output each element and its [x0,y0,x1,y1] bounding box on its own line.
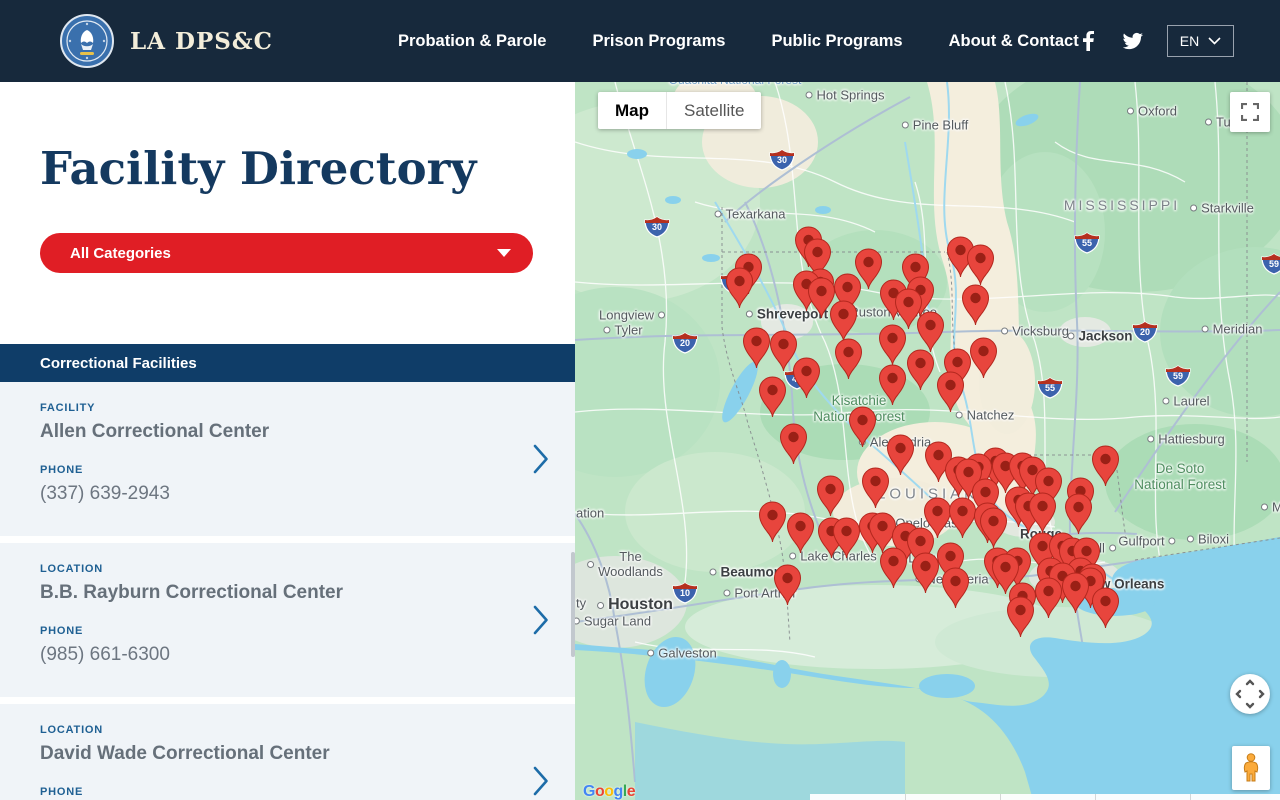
page: LA DPS&C Probation & Parole Prison Progra… [0,0,1280,800]
facility-map-marker[interactable] [779,423,808,465]
facility-map-marker[interactable] [936,371,965,413]
facility-map-marker[interactable] [969,337,998,379]
facility-map-marker[interactable] [941,567,970,609]
street-view-pegman-button[interactable] [1232,746,1270,790]
facility-phone: (337) 639-2943 [40,483,170,504]
facility-map-marker[interactable] [878,324,907,366]
language-selector[interactable]: EN [1166,25,1235,57]
navbar-right: EN [1079,25,1235,57]
facility-map-marker[interactable] [966,244,995,286]
facility-map-marker[interactable] [1006,596,1035,638]
chevron-right-icon [533,766,548,796]
chevron-right-icon [533,444,548,474]
facility-map-marker[interactable] [786,512,815,554]
fullscreen-icon [1241,103,1259,121]
category-filter-value: All Categories [70,244,171,262]
pan-arrows-icon [1235,679,1265,709]
language-code: EN [1179,33,1200,49]
facebook-icon[interactable] [1079,31,1099,51]
facility-map-marker[interactable] [886,434,915,476]
facility-map-marker[interactable] [829,300,858,342]
nav-link-probation-parole[interactable]: Probation & Parole [398,32,547,51]
facility-field-label: LOCATION [40,563,104,575]
section-header-label: Correctional Facilities [40,354,197,372]
facility-map-marker[interactable] [906,349,935,391]
facility-field-label: LOCATION [40,724,104,736]
pegman-icon [1243,753,1259,782]
facility-map-marker[interactable] [878,364,907,406]
facility-name: B.B. Rayburn Correctional Center [40,582,343,603]
google-logo: Google [583,783,636,800]
pan-control[interactable] [1230,674,1270,714]
facility-map-marker[interactable] [725,267,754,309]
facility-map-marker[interactable] [758,376,787,418]
facility-phone: (985) 661-6300 [40,644,170,665]
chevron-right-icon [533,605,548,635]
facility-map-marker[interactable] [848,406,877,448]
main-navigation: Probation & Parole Prison Programs Public … [398,32,1079,51]
map-type-control: Map Satellite [598,92,762,129]
category-filter-dropdown[interactable]: All Categories [40,233,533,273]
facility-map-marker[interactable] [1061,572,1090,614]
top-navbar: LA DPS&C Probation & Parole Prison Progra… [0,0,1280,82]
facility-map-marker[interactable] [861,467,890,509]
facility-map-marker[interactable] [834,338,863,380]
facility-map-marker[interactable] [1064,493,1093,535]
section-header: Correctional Facilities [0,344,575,382]
facility-map-marker[interactable] [816,475,845,517]
map-attribution-bar [810,794,1280,800]
facility-map-marker[interactable] [879,547,908,589]
facility-map-marker[interactable] [1091,445,1120,487]
phone-field-label: PHONE [40,625,84,637]
satellite-tab[interactable]: Satellite [666,92,761,129]
nav-link-prison-programs[interactable]: Prison Programs [592,32,725,51]
phone-field-label: PHONE [40,786,84,798]
phone-field-label: PHONE [40,464,84,476]
nav-link-about-contact[interactable]: About & Contact [949,32,1079,51]
louisiana-state-seal-logo [60,14,114,68]
map-tab[interactable]: Map [598,92,666,129]
chevron-down-icon [497,249,511,257]
facility-map-marker[interactable] [961,284,990,326]
twitter-icon[interactable] [1122,31,1143,51]
facility-map-marker[interactable] [773,564,802,606]
facility-map-marker[interactable] [916,311,945,353]
google-map[interactable]: Ouachita National ForestHot SpringsPine … [575,82,1280,800]
facility-field-label: FACILITY [40,402,96,414]
facility-name: David Wade Correctional Center [40,743,330,764]
facility-directory-panel: Facility Directory All Categories Correc… [0,82,575,800]
facility-card[interactable]: LOCATION David Wade Correctional Center PH… [0,704,575,800]
facility-name: Allen Correctional Center [40,421,270,442]
fullscreen-button[interactable] [1230,92,1270,132]
facility-card[interactable]: LOCATION B.B. Rayburn Correctional Center… [0,543,575,697]
chevron-down-icon [1208,37,1221,45]
facility-map-marker[interactable] [792,357,821,399]
nav-link-public-programs[interactable]: Public Programs [771,32,902,51]
facility-map-marker[interactable] [758,501,787,543]
facility-map-marker[interactable] [742,327,771,369]
facility-map-marker[interactable] [911,552,940,594]
facility-list: FACILITY Allen Correctional Center PHONE (3… [0,382,575,800]
page-title: Facility Directory [40,142,477,195]
facility-card[interactable]: FACILITY Allen Correctional Center PHONE (3… [0,382,575,536]
facility-map-marker[interactable] [979,507,1008,549]
facility-map-marker[interactable] [1091,587,1120,629]
facility-map-marker[interactable] [1028,492,1057,534]
facility-map-marker[interactable] [832,517,861,559]
brand-title: LA DPS&C [130,27,273,55]
facility-map-marker[interactable] [1034,577,1063,619]
